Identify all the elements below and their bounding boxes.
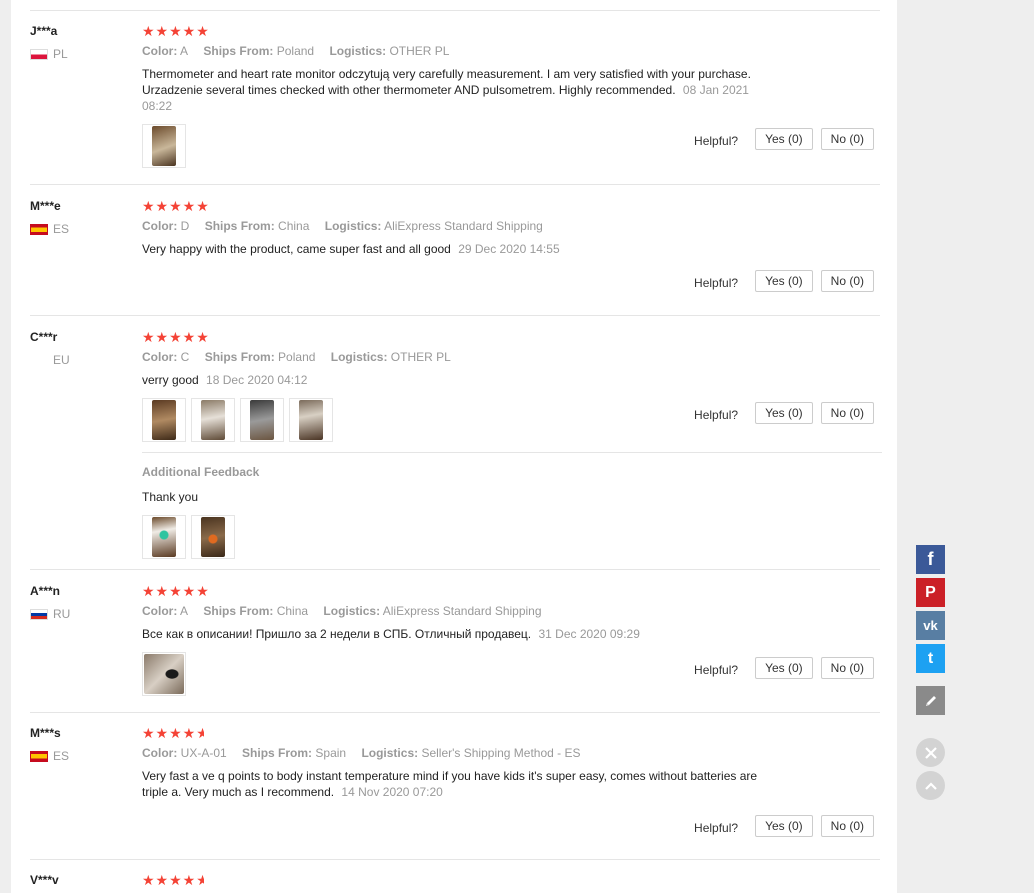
- review-item: V***v ★★★★★: [30, 873, 880, 893]
- helpful-no-button[interactable]: No (0): [820, 270, 874, 292]
- helpful-yes-button[interactable]: Yes (0): [755, 657, 813, 679]
- spain-flag-icon: [30, 223, 48, 235]
- additional-feedback-heading: Additional Feedback: [142, 465, 260, 479]
- helpful-yes-button[interactable]: Yes (0): [755, 128, 813, 150]
- scroll-to-top-icon[interactable]: [916, 771, 945, 800]
- review-photo[interactable]: [142, 652, 186, 696]
- review-photo[interactable]: [142, 515, 186, 559]
- user-name: V***v: [30, 873, 59, 887]
- poland-flag-icon: [30, 48, 48, 60]
- facebook-share-icon[interactable]: f: [916, 545, 945, 574]
- review-attributes: Color: A Ships From: Poland Logistics: O…: [142, 44, 450, 58]
- additional-photos: [142, 515, 882, 559]
- additional-feedback: Additional Feedback Thank you: [142, 452, 882, 559]
- helpful-vote: Helpful? Yes (0) No (0): [694, 815, 874, 837]
- helpful-vote: Helpful? Yes (0) No (0): [694, 402, 874, 424]
- review-attributes: Color: UX-A-01 Ships From: Spain Logisti…: [142, 746, 581, 760]
- helpful-yes-button[interactable]: Yes (0): [755, 270, 813, 292]
- review-photo[interactable]: [142, 398, 186, 442]
- review-content: ★★★★★ Color: C Ships From: Poland Logist…: [142, 330, 882, 442]
- user-name: C***r: [30, 330, 58, 344]
- review-text: Very fast a ve q points to body instant …: [142, 769, 758, 799]
- helpful-vote: Helpful? Yes (0) No (0): [694, 657, 874, 679]
- helpful-vote: Helpful? Yes (0) No (0): [694, 128, 874, 150]
- user-country: RU: [30, 607, 130, 621]
- twitter-share-icon[interactable]: t: [916, 644, 945, 673]
- review-date: 29 Dec 2020 14:55: [458, 242, 560, 256]
- review-item: M***e ES ★★★★★ Color: D Ships From: Chin…: [30, 199, 880, 316]
- review-content: ★★★★★ Color: UX-A-01 Ships From: Spain L…: [142, 726, 882, 800]
- divider: [30, 10, 880, 11]
- review-text: Thermometer and heart rate monitor odczy…: [142, 67, 751, 113]
- spain-flag-icon: [30, 750, 48, 762]
- helpful-yes-button[interactable]: Yes (0): [755, 402, 813, 424]
- review-user: J***a PL: [30, 24, 130, 61]
- review-user: V***v: [30, 873, 130, 887]
- review-attributes: Color: C Ships From: Poland Logistics: O…: [142, 350, 451, 364]
- review-photo[interactable]: [191, 515, 235, 559]
- rating-stars: ★★★★★: [142, 329, 210, 345]
- review-item: A***n RU ★★★★★ Color: A Ships From: Chin…: [30, 584, 880, 713]
- helpful-no-button[interactable]: No (0): [820, 402, 874, 424]
- user-name: J***a: [30, 24, 58, 38]
- review-photo[interactable]: [191, 398, 235, 442]
- russia-flag-icon: [30, 608, 48, 620]
- rating-stars: ★★★★★: [142, 583, 210, 599]
- review-attributes: Color: D Ships From: China Logistics: Al…: [142, 219, 543, 233]
- helpful-no-button[interactable]: No (0): [820, 128, 874, 150]
- review-text: Все как в описании! Пришло за 2 недели в…: [142, 627, 640, 641]
- rating-stars: ★★★★★: [142, 23, 210, 39]
- pinterest-share-icon[interactable]: P: [916, 578, 945, 607]
- review-item: M***s ES ★★★★★ Color: UX-A-01 Ships From…: [30, 726, 880, 860]
- review-date: 14 Nov 2020 07:20: [341, 785, 443, 799]
- rating-stars: ★★★★★: [142, 725, 205, 741]
- user-name: A***n: [30, 584, 61, 598]
- rating-stars: ★★★★★: [142, 198, 210, 214]
- pencil-icon: [925, 695, 936, 706]
- review-content: ★★★★★: [142, 873, 882, 888]
- rating-stars: ★★★★★: [142, 872, 205, 888]
- write-review-icon[interactable]: [916, 686, 945, 715]
- review-photo[interactable]: [240, 398, 284, 442]
- additional-feedback-text: Thank you: [142, 490, 199, 504]
- user-name: M***e: [30, 199, 61, 213]
- review-text: Very happy with the product, came super …: [142, 242, 560, 256]
- close-icon[interactable]: [916, 738, 945, 767]
- helpful-no-button[interactable]: No (0): [820, 815, 874, 837]
- vk-share-icon[interactable]: vk: [916, 611, 945, 640]
- user-country: PL: [30, 47, 130, 61]
- user-country: EU: [53, 353, 70, 367]
- review-date: 18 Dec 2020 04:12: [206, 373, 308, 387]
- user-country: ES: [30, 222, 130, 236]
- review-user: M***e ES: [30, 199, 130, 236]
- review-user: M***s ES: [30, 726, 130, 763]
- user-name: M***s: [30, 726, 61, 740]
- review-content: ★★★★★ Color: D Ships From: China Logisti…: [142, 199, 882, 257]
- review-photo[interactable]: [142, 124, 186, 168]
- review-photo[interactable]: [289, 398, 333, 442]
- review-date: 31 Dec 2020 09:29: [538, 627, 640, 641]
- review-content: ★★★★★ Color: A Ships From: China Logisti…: [142, 584, 882, 696]
- helpful-yes-button[interactable]: Yes (0): [755, 815, 813, 837]
- review-attributes: Color: A Ships From: China Logistics: Al…: [142, 604, 542, 618]
- reviews-panel: J***a PL ★★★★★ Color: A Ships From: Pola…: [11, 0, 897, 893]
- helpful-vote: Helpful? Yes (0) No (0): [694, 270, 874, 292]
- review-item: C***r EU ★★★★★ Color: C Ships From: Pola…: [30, 330, 882, 570]
- review-user: C***r EU: [30, 330, 130, 367]
- review-item: J***a PL ★★★★★ Color: A Ships From: Pola…: [30, 24, 880, 185]
- review-user: A***n RU: [30, 584, 130, 621]
- review-text: verry good 18 Dec 2020 04:12: [142, 373, 308, 387]
- helpful-no-button[interactable]: No (0): [820, 657, 874, 679]
- user-country: ES: [30, 749, 130, 763]
